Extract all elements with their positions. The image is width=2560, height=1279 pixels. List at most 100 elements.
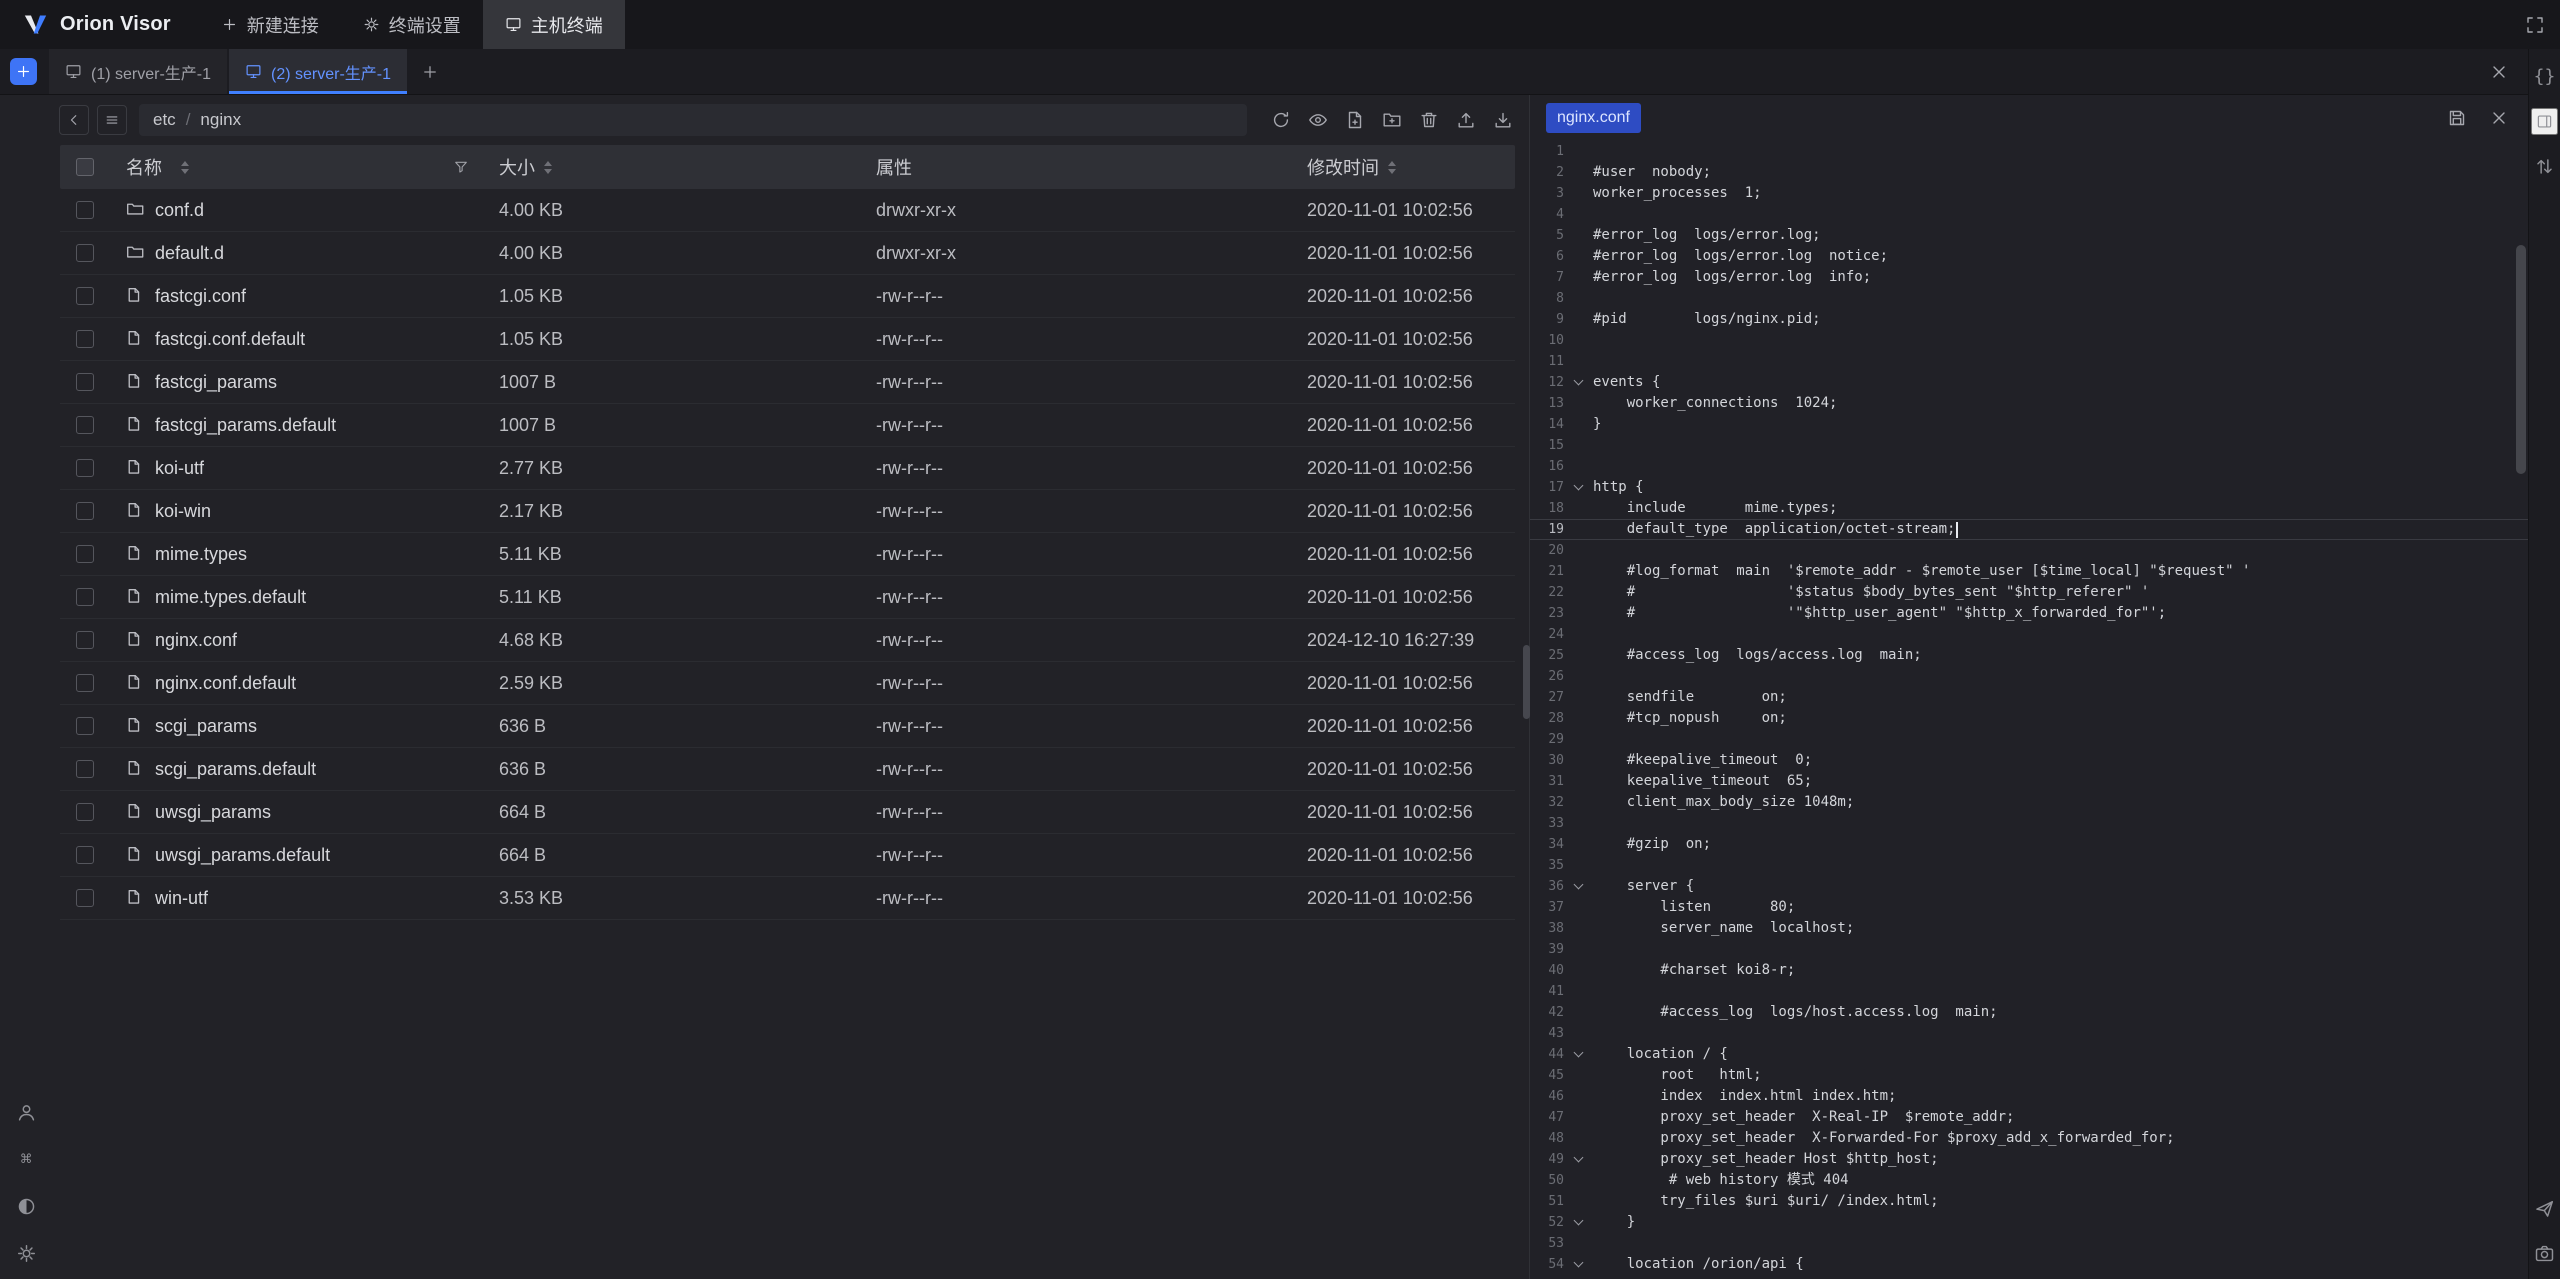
row-checkbox[interactable]: [76, 674, 94, 692]
code-line[interactable]: 30 #keepalive_timeout 0;: [1530, 750, 2528, 771]
shortcut-keys-button[interactable]: ⌘: [13, 1146, 40, 1173]
fold-caret-icon[interactable]: [1574, 880, 1584, 890]
fold-gutter[interactable]: [1564, 1263, 1593, 1266]
file-row[interactable]: fastcgi_params.default 1007 B -rw-r--r--…: [60, 404, 1515, 447]
code-line[interactable]: 23 # '"$http_user_agent" "$http_x_forwar…: [1530, 603, 2528, 624]
upload-button[interactable]: [1454, 108, 1478, 132]
editor-close-button[interactable]: [2486, 105, 2512, 131]
row-checkbox[interactable]: [76, 416, 94, 434]
fold-gutter[interactable]: [1564, 1053, 1593, 1056]
list-view-button[interactable]: [97, 105, 127, 135]
row-checkbox[interactable]: [76, 244, 94, 262]
code-line[interactable]: 12 events {: [1530, 372, 2528, 393]
code-line[interactable]: 20: [1530, 540, 2528, 561]
new-connection-quick-button[interactable]: [10, 58, 37, 85]
code-line[interactable]: 36 server {: [1530, 876, 2528, 897]
code-line[interactable]: 37 listen 80;: [1530, 897, 2528, 918]
fold-caret-icon[interactable]: [1574, 1258, 1584, 1268]
code-line[interactable]: 7 #error_log logs/error.log info;: [1530, 267, 2528, 288]
fold-gutter[interactable]: [1564, 381, 1593, 384]
code-line[interactable]: 50 # web history 模式 404: [1530, 1170, 2528, 1191]
code-line[interactable]: 45 root html;: [1530, 1065, 2528, 1086]
refresh-button[interactable]: [1269, 108, 1293, 132]
code-line[interactable]: 33: [1530, 813, 2528, 834]
code-line[interactable]: 48 proxy_set_header X-Forwarded-For $pro…: [1530, 1128, 2528, 1149]
file-row[interactable]: uwsgi_params 664 B -rw-r--r-- 2020-11-01…: [60, 791, 1515, 834]
code-line[interactable]: 42 #access_log logs/host.access.log main…: [1530, 1002, 2528, 1023]
code-line[interactable]: 2 #user nobody;: [1530, 162, 2528, 183]
file-row[interactable]: scgi_params 636 B -rw-r--r-- 2020-11-01 …: [60, 705, 1515, 748]
open-file-tag[interactable]: nginx.conf: [1546, 103, 1641, 133]
code-line[interactable]: 8: [1530, 288, 2528, 309]
save-button[interactable]: [2444, 105, 2470, 131]
panel-layout-button[interactable]: [2531, 108, 2558, 135]
download-button[interactable]: [1491, 108, 1515, 132]
row-checkbox[interactable]: [76, 287, 94, 305]
code-line[interactable]: 3 worker_processes 1;: [1530, 183, 2528, 204]
code-line[interactable]: 19 default_type application/octet-stream…: [1530, 519, 2528, 540]
code-line[interactable]: 13 worker_connections 1024;: [1530, 393, 2528, 414]
file-row[interactable]: default.d 4.00 KB drwxr-xr-x 2020-11-01 …: [60, 232, 1515, 275]
code-line[interactable]: 25 #access_log logs/access.log main;: [1530, 645, 2528, 666]
filter-icon[interactable]: [451, 157, 471, 177]
row-checkbox[interactable]: [76, 588, 94, 606]
code-line[interactable]: 18 include mime.types;: [1530, 498, 2528, 519]
code-line[interactable]: 53: [1530, 1233, 2528, 1254]
code-line[interactable]: 52 }: [1530, 1212, 2528, 1233]
code-line[interactable]: 21 #log_format main '$remote_addr - $rem…: [1530, 561, 2528, 582]
add-tab-button[interactable]: [413, 55, 447, 89]
app-brand[interactable]: Orion Visor: [0, 0, 199, 49]
code-line[interactable]: 5 #error_log logs/error.log;: [1530, 225, 2528, 246]
sort-size-icon[interactable]: [544, 161, 552, 174]
menu-item-new-connection[interactable]: 新建连接: [199, 0, 341, 49]
close-all-button[interactable]: [2484, 57, 2514, 87]
file-row[interactable]: nginx.conf.default 2.59 KB -rw-r--r-- 20…: [60, 662, 1515, 705]
row-checkbox[interactable]: [76, 846, 94, 864]
code-line[interactable]: 35: [1530, 855, 2528, 876]
file-row[interactable]: fastcgi_params 1007 B -rw-r--r-- 2020-11…: [60, 361, 1515, 404]
menu-item-host-terminal[interactable]: 主机终端: [483, 0, 625, 49]
fold-caret-icon[interactable]: [1574, 376, 1584, 386]
row-checkbox[interactable]: [76, 803, 94, 821]
editor-scrollbar-thumb[interactable]: [2516, 245, 2526, 474]
transfer-list-button[interactable]: [2531, 153, 2558, 180]
code-line[interactable]: 40 #charset koi8-r;: [1530, 960, 2528, 981]
column-header-size[interactable]: 大小: [493, 154, 870, 180]
code-line[interactable]: 32 client_max_body_size 1048m;: [1530, 792, 2528, 813]
fold-caret-icon[interactable]: [1574, 481, 1584, 491]
row-checkbox[interactable]: [76, 717, 94, 735]
row-checkbox[interactable]: [76, 330, 94, 348]
fold-gutter[interactable]: [1564, 486, 1593, 489]
code-line[interactable]: 9 #pid logs/nginx.pid;: [1530, 309, 2528, 330]
screenshot-button[interactable]: [2531, 1240, 2558, 1267]
code-line[interactable]: 39: [1530, 939, 2528, 960]
editor-scrollbar[interactable]: [2516, 141, 2526, 1279]
terminal-tab[interactable]: (1) server-生产-1: [49, 49, 227, 94]
code-line[interactable]: 44 location / {: [1530, 1044, 2528, 1065]
row-checkbox[interactable]: [76, 459, 94, 477]
code-line[interactable]: 28 #tcp_nopush on;: [1530, 708, 2528, 729]
column-header-name[interactable]: 名称: [112, 154, 493, 180]
code-line[interactable]: 17 http {: [1530, 477, 2528, 498]
path-breadcrumb[interactable]: etc / nginx: [139, 104, 1247, 136]
code-line[interactable]: 11: [1530, 351, 2528, 372]
file-row[interactable]: mime.types 5.11 KB -rw-r--r-- 2020-11-01…: [60, 533, 1515, 576]
fold-gutter[interactable]: [1564, 885, 1593, 888]
code-line[interactable]: 31 keepalive_timeout 65;: [1530, 771, 2528, 792]
code-line[interactable]: 29: [1530, 729, 2528, 750]
sort-mtime-icon[interactable]: [1388, 161, 1396, 174]
file-row[interactable]: koi-win 2.17 KB -rw-r--r-- 2020-11-01 10…: [60, 490, 1515, 533]
column-header-mtime[interactable]: 修改时间: [1301, 154, 1515, 180]
file-row[interactable]: fastcgi.conf.default 1.05 KB -rw-r--r-- …: [60, 318, 1515, 361]
code-line[interactable]: 41: [1530, 981, 2528, 1002]
code-line[interactable]: 54 location /orion/api {: [1530, 1254, 2528, 1275]
file-row[interactable]: koi-utf 2.77 KB -rw-r--r-- 2020-11-01 10…: [60, 447, 1515, 490]
fold-caret-icon[interactable]: [1574, 1048, 1584, 1058]
sftp-toggle-button[interactable]: {}: [2531, 63, 2558, 90]
show-hidden-files-button[interactable]: [1306, 108, 1330, 132]
delete-button[interactable]: [1417, 108, 1441, 132]
file-row[interactable]: uwsgi_params.default 664 B -rw-r--r-- 20…: [60, 834, 1515, 877]
file-row[interactable]: scgi_params.default 636 B -rw-r--r-- 202…: [60, 748, 1515, 791]
file-row[interactable]: nginx.conf 4.68 KB -rw-r--r-- 2024-12-10…: [60, 619, 1515, 662]
file-row[interactable]: mime.types.default 5.11 KB -rw-r--r-- 20…: [60, 576, 1515, 619]
